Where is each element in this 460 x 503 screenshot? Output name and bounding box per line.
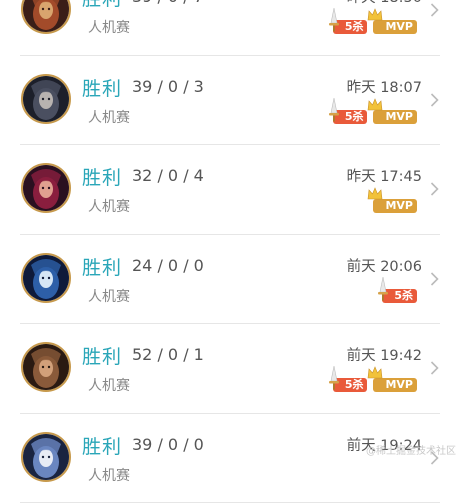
match-badges: MVP: [373, 189, 417, 213]
match-result: 胜利: [82, 0, 122, 11]
crown-icon: [367, 366, 383, 384]
badge-label: 5杀: [345, 378, 364, 391]
match-time: 前天 19:42: [347, 344, 422, 365]
match-time: 昨天 18:07: [347, 76, 422, 97]
hero-avatar: [21, 253, 71, 303]
mvp-badge: MVP: [373, 378, 417, 392]
match-mode: 人机赛: [88, 286, 130, 306]
badge-label: 5杀: [394, 289, 413, 302]
match-mode: 人机赛: [88, 196, 130, 216]
match-row[interactable]: 胜利 52 / 0 / 1人机赛 前天 19:42 5杀 MVP: [0, 324, 460, 414]
hero-avatar: [21, 0, 71, 34]
match-mode: 人机赛: [88, 17, 130, 37]
sword-icon: [327, 366, 341, 396]
match-badges: 5杀 MVP: [333, 100, 417, 124]
match-result: 胜利: [82, 342, 122, 369]
chevron-right-icon[interactable]: [430, 361, 439, 379]
match-time: 前天 20:06: [347, 255, 422, 276]
chevron-right-icon[interactable]: [430, 182, 439, 200]
match-row[interactable]: 胜利 39 / 0 / 3人机赛 昨天 18:07 5杀 MVP: [0, 56, 460, 146]
match-kda: 39 / 0 / 3: [132, 77, 204, 96]
penta-kill-badge: 5杀: [333, 378, 368, 392]
sword-icon: [327, 8, 341, 38]
match-result: 胜利: [82, 74, 122, 101]
chevron-right-icon[interactable]: [430, 3, 439, 21]
crown-icon: [367, 187, 383, 205]
match-row[interactable]: 胜利 32 / 0 / 4人机赛 昨天 17:45 MVP: [0, 145, 460, 235]
match-badges: 5杀 MVP: [333, 10, 417, 34]
match-time: 昨天 17:45: [347, 165, 422, 186]
match-badges: 5杀 MVP: [333, 368, 417, 392]
hero-avatar: [21, 74, 71, 124]
match-row[interactable]: 胜利 39 / 0 / 7 人机赛 昨天 18:50 5杀 MVP: [0, 0, 460, 56]
badge-label: MVP: [385, 110, 413, 123]
chevron-right-icon[interactable]: [430, 93, 439, 111]
chevron-right-icon[interactable]: [430, 272, 439, 290]
match-result: 胜利: [82, 163, 122, 190]
hero-avatar: [21, 163, 71, 213]
match-result: 胜利: [82, 432, 122, 459]
badge-label: 5杀: [345, 20, 364, 33]
hero-avatar: [21, 432, 71, 482]
match-time: 昨天 18:50: [347, 0, 422, 7]
penta-kill-badge: 5杀: [333, 20, 368, 34]
penta-kill-badge: 5杀: [333, 110, 368, 124]
match-result: 胜利: [82, 253, 122, 280]
mvp-badge: MVP: [373, 110, 417, 124]
match-row[interactable]: 胜利 24 / 0 / 0人机赛 前天 20:06 5杀: [0, 235, 460, 325]
penta-kill-badge: 5杀: [382, 289, 417, 303]
match-row[interactable]: 胜利39 / 0 / 0人机赛前天 19:24: [0, 414, 460, 503]
sword-icon: [376, 277, 390, 307]
watermark: @稀土掘金技术社区: [366, 442, 456, 457]
match-kda: 24 / 0 / 0: [132, 256, 204, 275]
badge-label: MVP: [385, 378, 413, 391]
match-badges: 5杀: [382, 279, 417, 303]
match-history-list: 胜利 39 / 0 / 7 人机赛 昨天 18:50 5杀 MVP 胜利 39 / 0 / 3…: [0, 0, 460, 503]
match-mode: 人机赛: [88, 375, 130, 395]
hero-avatar: [21, 342, 71, 392]
badge-label: 5杀: [345, 110, 364, 123]
match-mode: 人机赛: [88, 465, 130, 485]
match-kda: 52 / 0 / 1: [132, 345, 204, 364]
match-kda: 32 / 0 / 4: [132, 166, 204, 185]
crown-icon: [367, 98, 383, 116]
match-kda: 39 / 0 / 0: [132, 435, 204, 454]
crown-icon: [367, 8, 383, 26]
badge-label: MVP: [385, 20, 413, 33]
match-mode: 人机赛: [88, 107, 130, 127]
match-kda: 39 / 0 / 7: [132, 0, 204, 6]
badge-label: MVP: [385, 199, 413, 212]
sword-icon: [327, 98, 341, 128]
mvp-badge: MVP: [373, 199, 417, 213]
mvp-badge: MVP: [373, 20, 417, 34]
